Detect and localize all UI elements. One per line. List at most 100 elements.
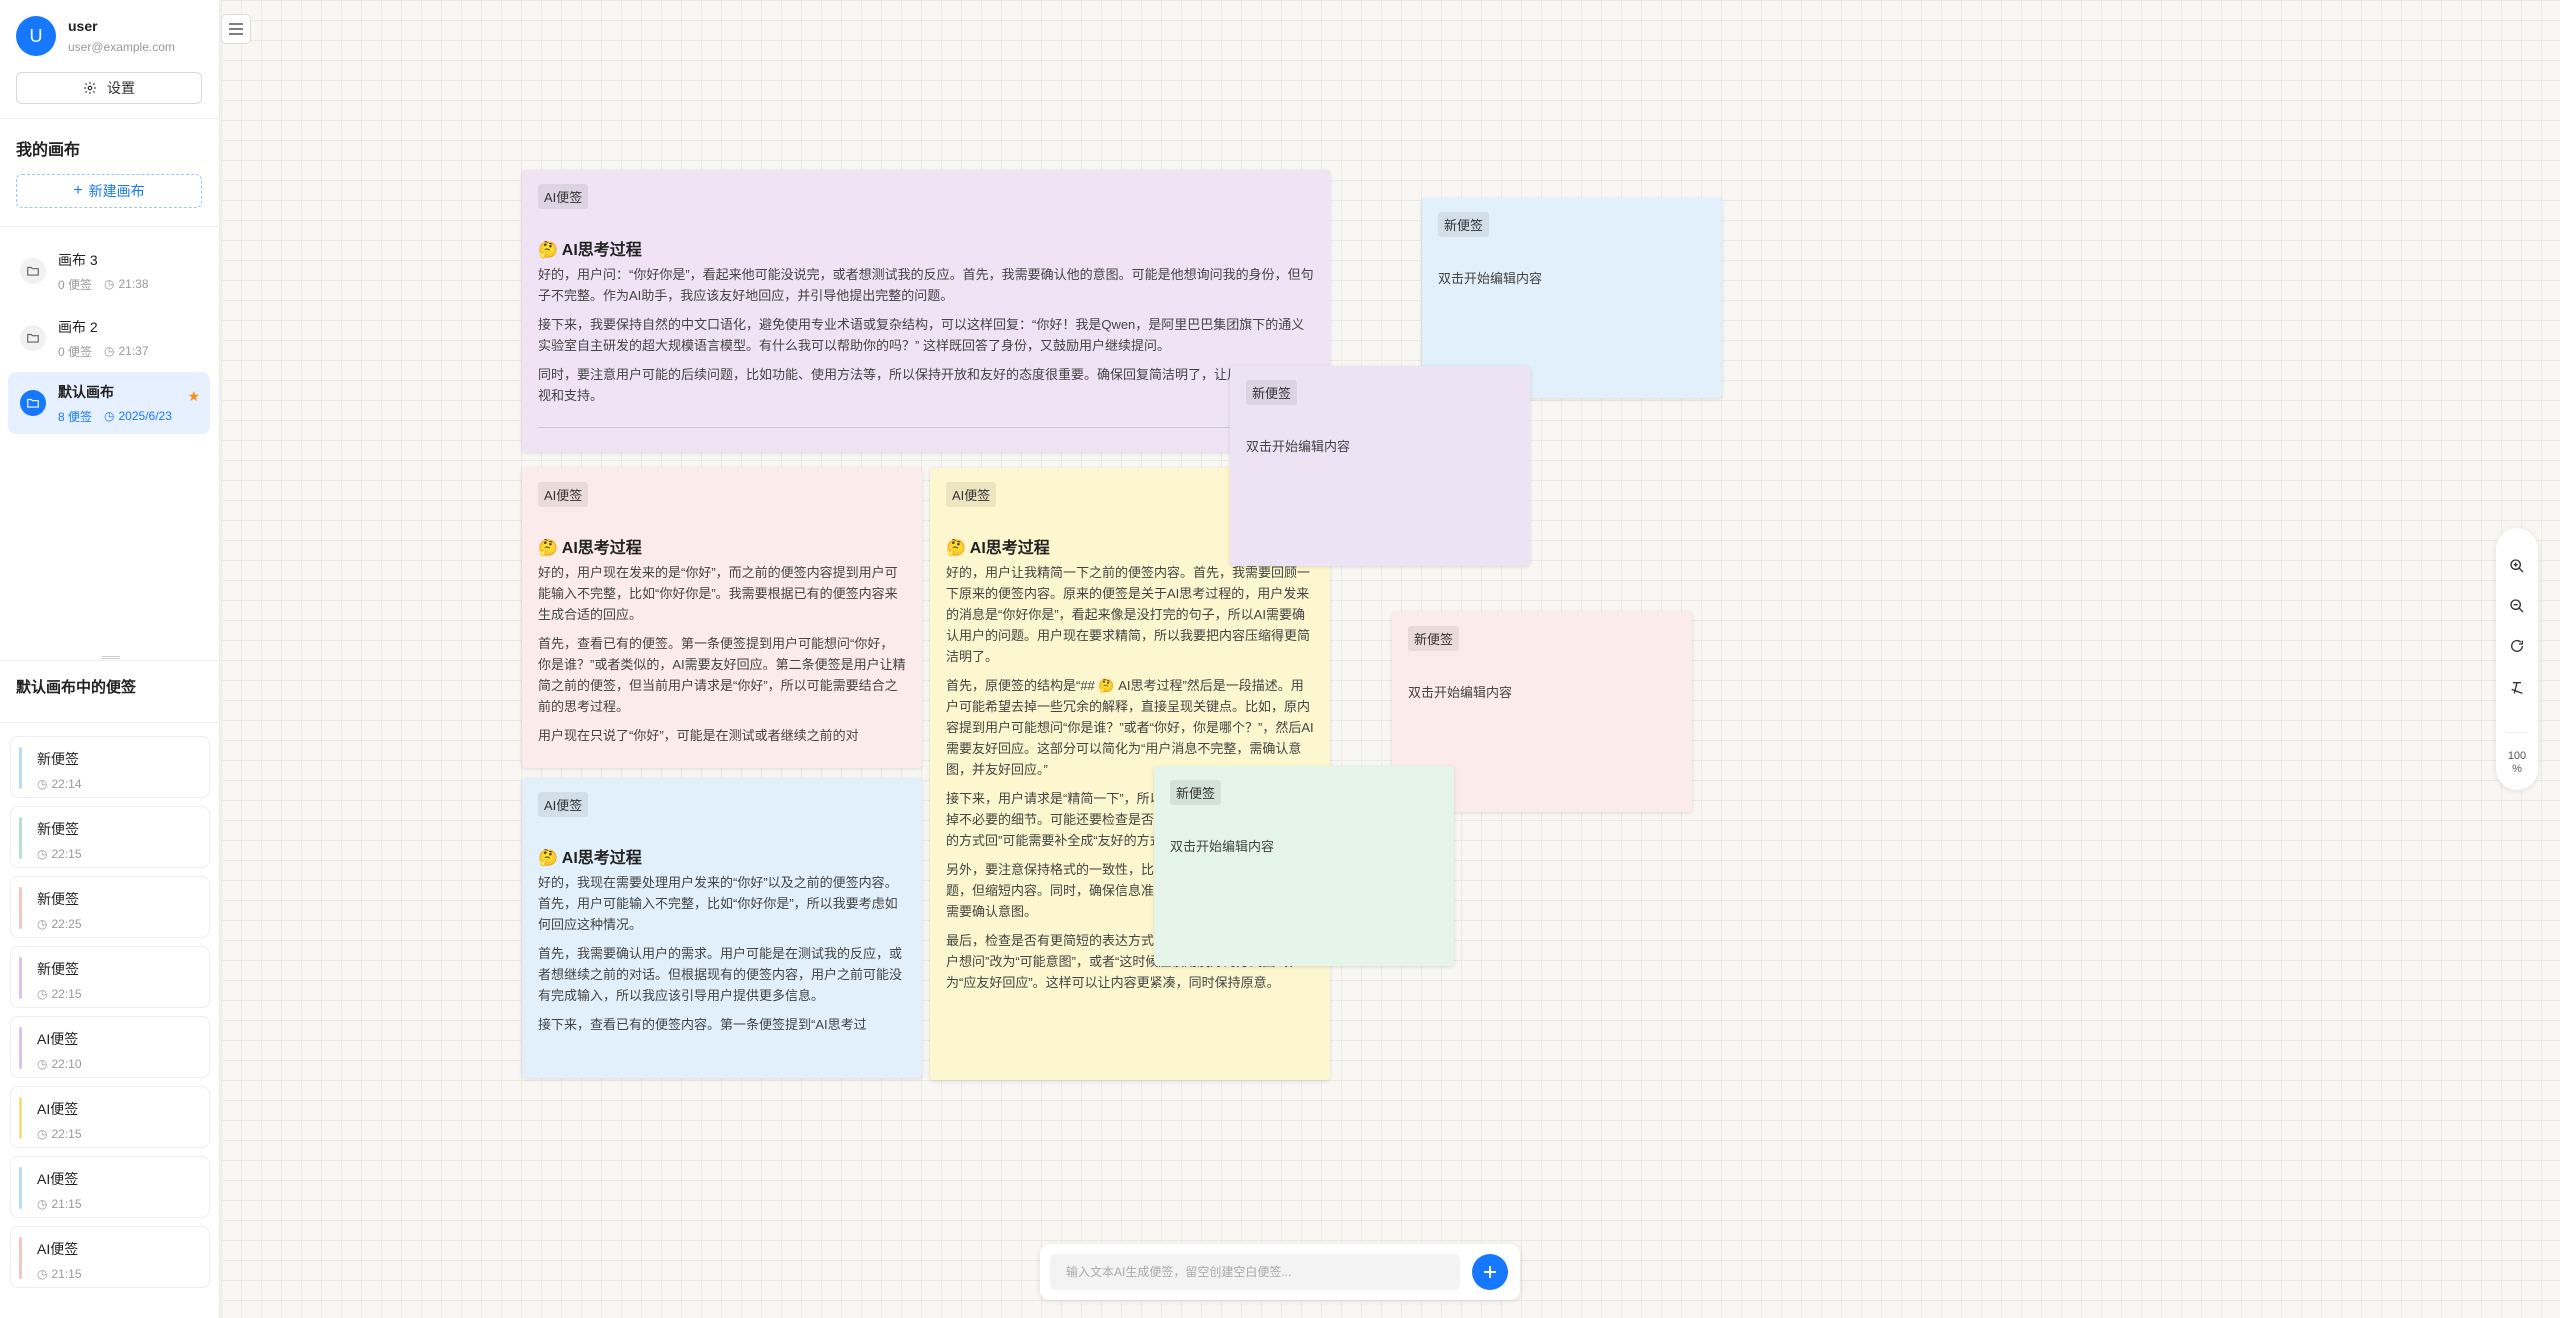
canvas-title: 画布 3 (58, 251, 98, 268)
note-paragraph: 首先，原便签的结构是“## 🤔 AI思考过程”然后是一段描述。用户可能希望去掉一… (946, 678, 1314, 777)
reset-view-button[interactable] (2507, 636, 2527, 656)
canvas-time: 21:37 (118, 344, 149, 358)
canvas-item-active[interactable]: 默认画布 8 便签 ◷ 2025/6/23 ★ (8, 372, 210, 434)
note-list-item[interactable]: 新便签 ◷ 22:14 (10, 736, 210, 798)
note-color-bar (19, 747, 22, 789)
ai-prompt-input[interactable] (1050, 1254, 1460, 1290)
new-canvas-label: 新建画布 (88, 183, 145, 199)
clock-icon: ◷ (104, 277, 115, 291)
note-body: 好的，我现在需要处理用户发来的“你好”以及之前的便签内容。首先，用户可能输入不完… (538, 872, 906, 1043)
sticky-note[interactable]: AI便签 🤔 AI思考过程 好的，用户现在发来的是“你好”，而之前的便签内容提到… (522, 468, 922, 768)
note-list-time: 22:14 (51, 777, 82, 791)
zoom-out-icon (2510, 599, 2524, 613)
note-paragraph: 好的，用户问：“你好你是”，看起来他可能没说完，或者想测试我的反应。首先，我需要… (538, 267, 1314, 303)
settings-label: 设置 (107, 80, 135, 96)
note-list-item[interactable]: AI便签 ◷ 21:15 (10, 1226, 210, 1288)
new-canvas-button[interactable]: + 新建画布 (16, 174, 202, 208)
zoom-toolbar: 100 % (2496, 528, 2538, 790)
note-heading: 🤔 AI思考过程 (946, 540, 1050, 557)
canvas-time: 2025/6/23 (118, 409, 172, 423)
note-list-time: 22:15 (51, 987, 82, 1001)
resize-handle[interactable] (102, 656, 120, 659)
note-color-bar (19, 1167, 22, 1209)
note-color-bar (19, 1027, 22, 1069)
sticky-note[interactable]: 新便签 双击开始编辑内容 (1154, 766, 1454, 966)
zoom-out-button[interactable] (2507, 596, 2527, 616)
note-color-bar (19, 957, 22, 999)
clock-icon: ◷ (37, 1057, 48, 1071)
note-paragraph: 好的，用户现在发来的是“你好”，而之前的便签内容提到用户可能输入不完整，比如“你… (538, 565, 898, 622)
sticky-note[interactable]: AI便签 🤔 AI思考过程 好的，我现在需要处理用户发来的“你好”以及之前的便签… (522, 778, 922, 1078)
canvas-title: 画布 2 (58, 318, 98, 335)
canvas-item[interactable]: 画布 3 0 便签 ◷ 21:38 (8, 240, 210, 302)
canvas-note-count: 0 便签 (58, 344, 93, 359)
note-list-item[interactable]: AI便签 ◷ 21:15 (10, 1156, 210, 1218)
divider (0, 722, 220, 723)
user-profile[interactable]: U user user@example.com (16, 16, 175, 56)
note-tag: AI便签 (946, 482, 997, 507)
user-name: user (68, 18, 98, 34)
clock-icon: ◷ (37, 1197, 48, 1211)
note-list-title: AI便签 (37, 1241, 79, 1257)
settings-button[interactable]: 设置 (16, 72, 202, 104)
note-placeholder: 双击开始编辑内容 (1408, 685, 1513, 700)
note-tag: AI便签 (538, 184, 589, 209)
folder-icon (20, 325, 46, 351)
note-list-item[interactable]: 新便签 ◷ 22:15 (10, 946, 210, 1008)
clock-icon: ◷ (37, 1267, 48, 1281)
zoom-in-icon (2510, 559, 2524, 573)
note-placeholder: 双击开始编辑内容 (1438, 271, 1543, 286)
note-paragraph: 接下来，我要保持自然的中文口语化，避免使用专业术语或复杂结构，可以这样回复：“你… (538, 317, 1305, 353)
note-placeholder: 双击开始编辑内容 (1246, 439, 1351, 454)
canvas-time: 21:38 (118, 277, 149, 291)
note-list-item[interactable]: AI便签 ◷ 22:15 (10, 1086, 210, 1148)
zoom-in-button[interactable] (2507, 556, 2527, 576)
folder-icon (20, 258, 46, 284)
note-body: 好的，用户问：“你好你是”，看起来他可能没说完，或者想测试我的反应。首先，我需要… (538, 264, 1314, 414)
plus-icon (1484, 1266, 1496, 1278)
plus-icon: + (73, 182, 83, 199)
sidebar: U user user@example.com 设置 我的画布 + 新建画布 画… (0, 0, 220, 1318)
note-list-time: 22:25 (51, 917, 82, 931)
star-icon[interactable]: ★ (187, 388, 200, 405)
divider (0, 226, 220, 227)
note-paragraph: 接下来，查看已有的便签内容。第一条便签提到“AI思考过 (538, 1017, 867, 1032)
create-note-button[interactable] (1472, 1254, 1508, 1290)
user-email: user@example.com (68, 40, 175, 54)
note-heading: 🤔 AI思考过程 (538, 242, 642, 259)
divider (0, 660, 220, 661)
canvas-title: 默认画布 (58, 383, 114, 400)
note-tag: AI便签 (538, 792, 589, 817)
canvas-item[interactable]: 画布 2 0 便签 ◷ 21:37 (8, 307, 210, 369)
canvas-note-count: 0 便签 (58, 277, 93, 292)
clock-icon: ◷ (37, 917, 48, 931)
note-list-title: 新便签 (37, 961, 79, 977)
note-tag: 新便签 (1170, 780, 1222, 805)
clock-icon: ◷ (104, 344, 115, 358)
zoom-level: 100 % (2496, 750, 2538, 776)
note-list-title: 新便签 (37, 821, 79, 837)
clock-icon: ◷ (37, 847, 48, 861)
clock-icon: ◷ (104, 409, 115, 423)
note-tag: 新便签 (1246, 380, 1298, 405)
note-list-title: 新便签 (37, 891, 79, 907)
note-list-title: AI便签 (37, 1031, 79, 1047)
note-heading: 🤔 AI思考过程 (538, 540, 642, 557)
note-paragraph: 首先，我需要确认用户的需求。用户可能是在测试我的反应，或者想继续之前的对话。但根… (538, 946, 903, 1003)
note-list-item[interactable]: AI便签 ◷ 22:10 (10, 1016, 210, 1078)
sticky-note[interactable]: 新便签 双击开始编辑内容 (1230, 366, 1530, 566)
note-divider (538, 427, 1314, 428)
note-body: 好的，用户现在发来的是“你好”，而之前的便签内容提到用户可能输入不完整，比如“你… (538, 562, 906, 754)
clear-format-button[interactable] (2507, 678, 2527, 698)
menu-toggle-button[interactable] (221, 14, 251, 44)
gear-icon (84, 82, 96, 94)
note-heading: 🤔 AI思考过程 (538, 850, 642, 867)
note-paragraph: 好的，用户让我精简一下之前的便签内容。首先，我需要回顾一下原来的便签内容。原来的… (946, 565, 1311, 664)
note-list-title: AI便签 (37, 1171, 79, 1187)
sticky-note[interactable]: AI便签 🤔 AI思考过程 好的，用户问：“你好你是”，看起来他可能没说完，或者… (522, 170, 1330, 452)
clock-icon: ◷ (37, 777, 48, 791)
my-canvases-title: 我的画布 (16, 142, 81, 159)
note-list-item[interactable]: 新便签 ◷ 22:25 (10, 876, 210, 938)
note-list-item[interactable]: 新便签 ◷ 22:15 (10, 806, 210, 868)
zoom-level-unit: % (2512, 763, 2522, 775)
